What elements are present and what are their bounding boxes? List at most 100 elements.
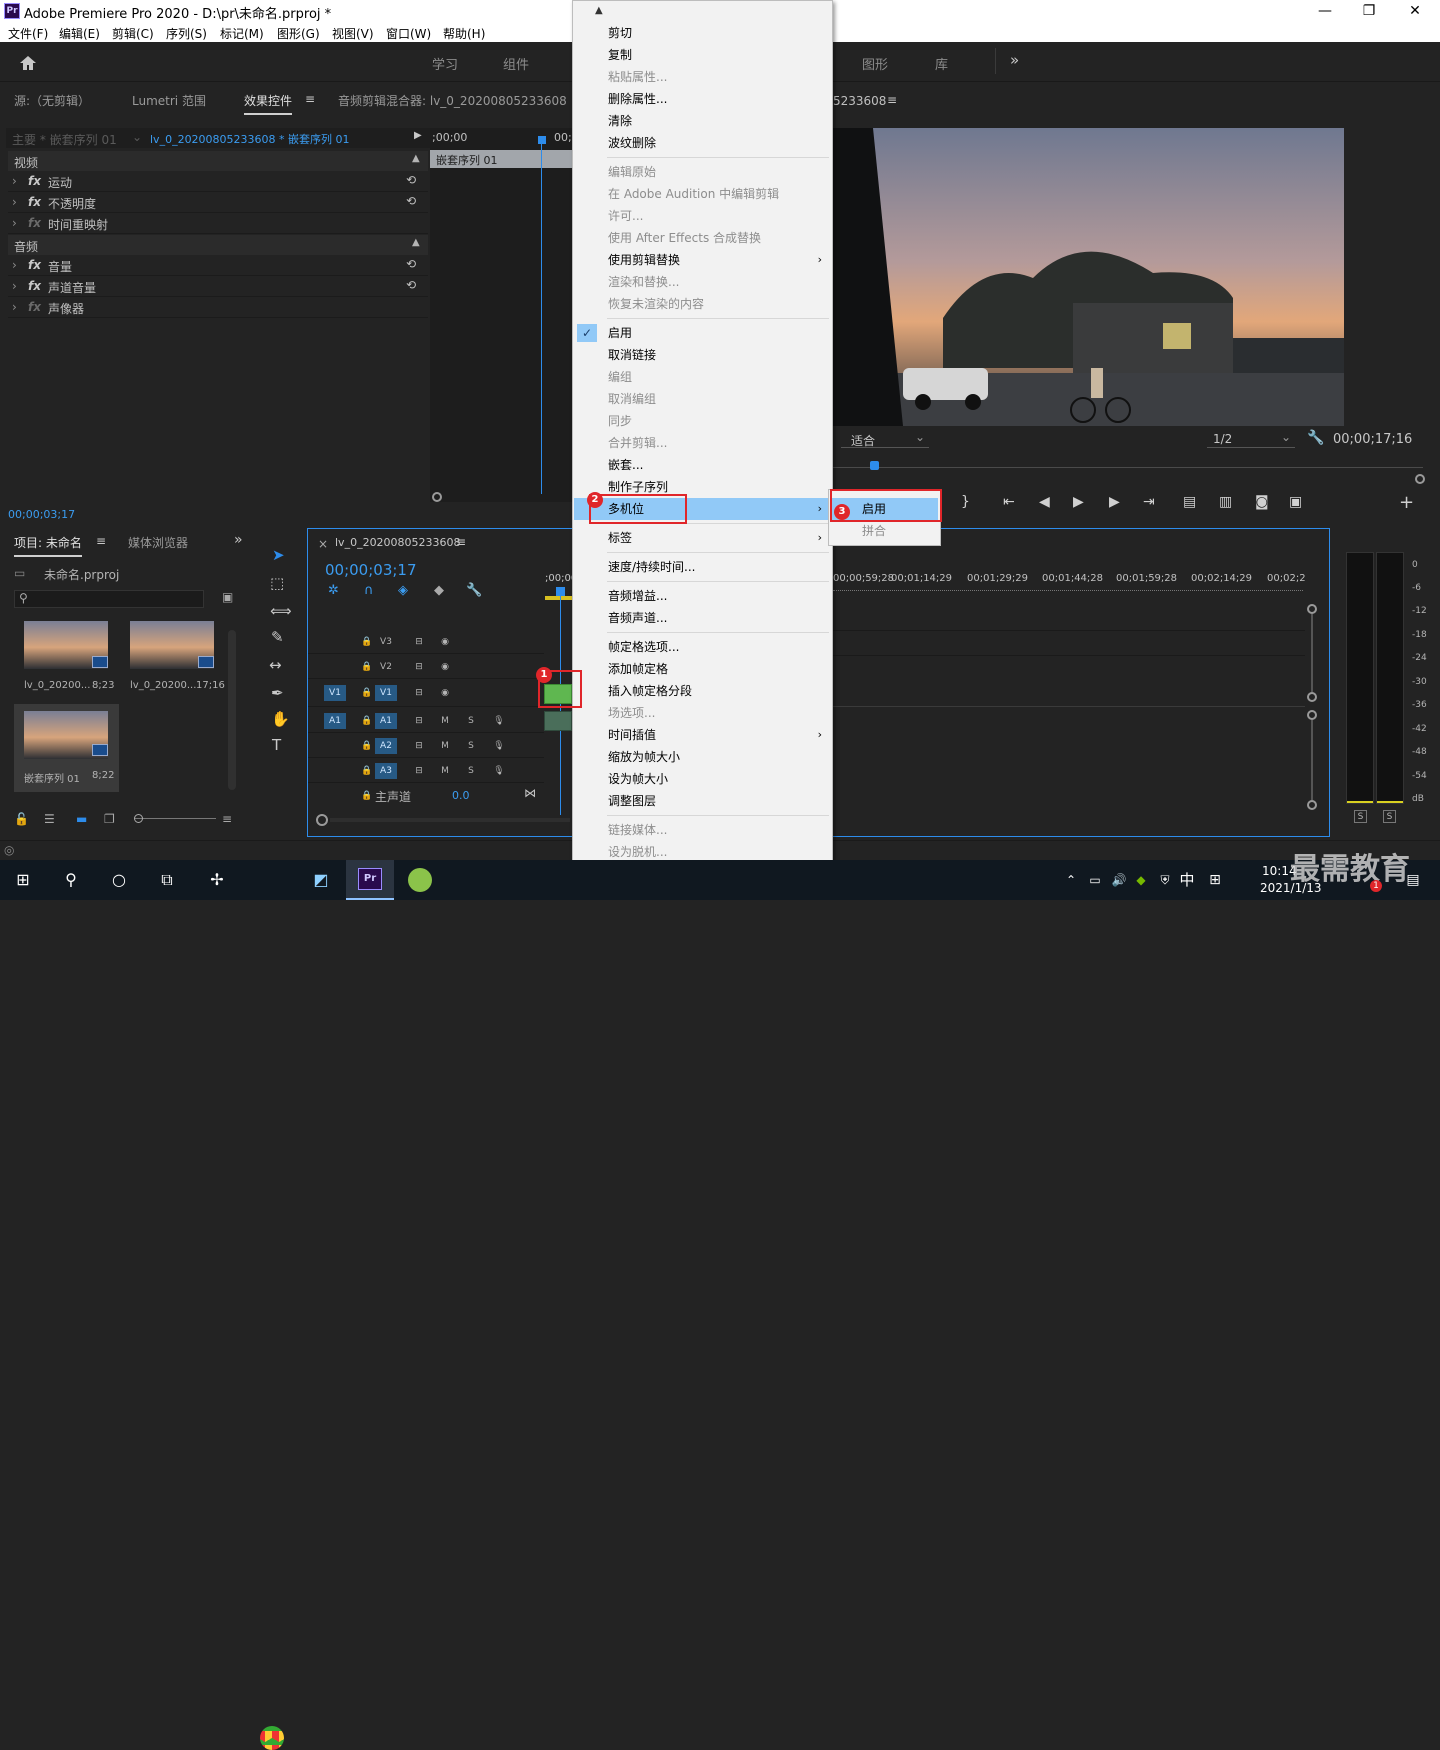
workspace-graphics[interactable]: 图形 <box>862 54 888 73</box>
timeline-scroll-handle[interactable] <box>316 814 328 826</box>
menu-item-27[interactable]: 速度/持续时间... <box>574 556 832 578</box>
clip-label[interactable]: lv_0_20200805233608 * 嵌套序列 01 <box>150 131 350 147</box>
track-scroll-handle[interactable] <box>1307 692 1317 702</box>
project-item-2[interactable]: lv_0_20200... 17;16 <box>122 618 225 698</box>
eye-icon[interactable]: ◉ <box>434 685 456 701</box>
menu-view[interactable]: 视图(V) <box>332 25 374 42</box>
effect-row-channel-volume[interactable]: › fx 声道音量 ⟲ <box>8 276 428 297</box>
minimize-button[interactable]: — <box>1302 0 1348 22</box>
scroll-handle[interactable] <box>1415 474 1425 484</box>
menu-graphics[interactable]: 图形(G) <box>277 25 320 42</box>
menu-item-15[interactable]: 启用 ✓ <box>574 322 832 344</box>
fx-icon[interactable]: fx <box>28 279 41 293</box>
zoom-slider-handle[interactable] <box>134 814 143 823</box>
timeline-scrollbar[interactable] <box>330 818 570 822</box>
razor-tool-icon[interactable]: ✎ <box>271 628 284 646</box>
master-clip-label[interactable]: 主要 * 嵌套序列 01 <box>12 131 117 148</box>
menu-item-12[interactable]: 渲染和替换... <box>574 271 832 293</box>
menu-item-33[interactable]: 添加帧定格 <box>574 658 832 680</box>
track-a3[interactable]: 🔒 A3 ⊟ M S 🎙 <box>308 759 544 783</box>
menu-item-19[interactable]: 同步 <box>574 410 832 432</box>
tab-project[interactable]: 项目: 未命名 <box>14 534 82 557</box>
step-forward-icon[interactable]: ▶ <box>1109 494 1120 510</box>
lock-icon[interactable]: 🔓 <box>14 812 29 826</box>
solo-button[interactable]: S <box>460 713 482 729</box>
mini-timeline[interactable]: ;00;00 00; 嵌套序列 01 <box>430 128 572 502</box>
mute-button[interactable]: M <box>434 738 456 754</box>
menu-item-13[interactable]: 恢复未渲染的内容 <box>574 293 832 315</box>
search-icon[interactable]: ⚲ <box>56 866 86 894</box>
fx-icon[interactable]: fx <box>28 195 41 209</box>
workspace-more-icon[interactable]: » <box>1010 51 1019 69</box>
menu-item-10[interactable]: 使用 After Effects 合成替换 <box>574 227 832 249</box>
mute-button[interactable]: M <box>434 713 456 729</box>
collapse-icon[interactable]: ▲ <box>412 237 420 248</box>
menu-item-38[interactable]: 设为帧大小 <box>574 768 832 790</box>
close-button[interactable]: ✕ <box>1392 0 1438 22</box>
extract-icon[interactable]: ▥ <box>1219 494 1232 510</box>
step-back-icon[interactable]: ◀ <box>1039 494 1050 510</box>
menu-item-21[interactable]: 嵌套... <box>574 454 832 476</box>
nest-icon[interactable]: ✲ <box>328 583 339 598</box>
sync-lock-icon[interactable]: ⊟ <box>408 685 430 701</box>
menu-item-37[interactable]: 缩放为帧大小 <box>574 746 832 768</box>
track-scroll-handle[interactable] <box>1307 710 1317 720</box>
tab-media-browser[interactable]: 媒体浏览器 <box>128 534 188 551</box>
collapse-icon[interactable]: ▲ <box>412 153 420 164</box>
workspace-learn[interactable]: 学习 <box>432 54 458 73</box>
track-v1[interactable]: V1 🔒 V1 ⊟ ◉ <box>308 680 544 707</box>
reset-icon[interactable]: ⟲ <box>406 278 416 292</box>
microphone-icon[interactable]: 🎙 <box>488 738 510 754</box>
ime-indicator[interactable]: 中 <box>1172 866 1202 894</box>
playhead-handle[interactable] <box>538 136 546 144</box>
add-button-icon[interactable]: + <box>1399 492 1414 513</box>
tab-source[interactable]: 源:（无剪辑） <box>14 92 90 109</box>
track-a2[interactable]: 🔒 A2 ⊟ M S 🎙 <box>308 734 544 758</box>
effect-timecode[interactable]: 00;00;03;17 <box>8 508 75 521</box>
menu-file[interactable]: 文件(F) <box>8 25 48 42</box>
icon-view-icon[interactable]: ▬ <box>76 812 87 826</box>
menu-item-39[interactable]: 调整图层 <box>574 790 832 812</box>
playhead-handle[interactable] <box>870 461 879 470</box>
menu-icon[interactable]: ≡ <box>887 93 897 107</box>
fit-dropdown[interactable]: 适合 ⌄ <box>841 430 929 448</box>
new-bin-icon[interactable]: ▣ <box>222 590 233 604</box>
comparison-view-icon[interactable]: ▣ <box>1289 494 1302 510</box>
menu-sequence[interactable]: 序列(S) <box>166 25 207 42</box>
menu-item-18[interactable]: 取消编组 <box>574 388 832 410</box>
menu-icon[interactable]: ≡ <box>305 92 315 106</box>
mark-out-icon[interactable]: } <box>961 494 970 510</box>
time-ruler[interactable]: 00;00;59;28 00;01;14;29 00;01;29;29 00;0… <box>833 570 1313 591</box>
menu-item-8[interactable]: 在 Adobe Audition 中编辑剪辑 <box>574 183 832 205</box>
solo-button[interactable]: S <box>460 763 482 779</box>
effect-row-motion[interactable]: › fx 运动 ⟲ <box>8 171 428 192</box>
nested-clip-bar[interactable]: 嵌套序列 01 <box>430 150 572 168</box>
menu-item-7[interactable]: 编辑原始 <box>574 161 832 183</box>
menu-item-30[interactable]: 音频声道... <box>574 607 832 629</box>
go-to-edit-icon[interactable]: ⋈ <box>524 786 536 800</box>
task-view-icon[interactable]: ⧉ <box>152 866 182 894</box>
audio-clip[interactable] <box>544 711 572 731</box>
selection-tool-icon[interactable]: ➤ <box>272 546 285 564</box>
menu-item-36[interactable]: 时间插值 › <box>574 724 832 746</box>
project-item-1[interactable]: lv_0_20200... 8;23 <box>16 618 116 698</box>
sync-lock-icon[interactable]: ⊟ <box>408 634 430 650</box>
track-master[interactable]: 🔒 主声道 0.0 ⋈ <box>308 784 544 808</box>
home-icon[interactable] <box>19 55 37 71</box>
microphone-icon[interactable]: 🎙 <box>488 713 510 729</box>
app-pinwheel-icon[interactable]: ✢ <box>202 866 232 894</box>
list-view-icon[interactable]: ☰ <box>44 812 55 826</box>
reset-icon[interactable]: ⟲ <box>406 173 416 187</box>
track-v2[interactable]: 🔒 V2 ⊟ ◉ <box>308 655 544 679</box>
ripple-edit-tool-icon[interactable]: ⟺ <box>270 602 292 620</box>
scrub-bar[interactable] <box>833 467 1423 468</box>
track-a1[interactable]: A1 🔒 A1 ⊟ M S 🎙 <box>308 709 544 733</box>
menu-item-9[interactable]: 许可... <box>574 205 832 227</box>
menu-item-32[interactable]: 帧定格选项... <box>574 636 832 658</box>
video-track-scrollbar[interactable] <box>1311 614 1313 692</box>
menu-item-34[interactable]: 插入帧定格分段 <box>574 680 832 702</box>
menu-item-5[interactable]: 波纹删除 <box>574 132 832 154</box>
menu-item-3[interactable]: 删除属性... <box>574 88 832 110</box>
solo-button[interactable]: S <box>460 738 482 754</box>
cortana-icon[interactable]: ○ <box>104 866 134 894</box>
